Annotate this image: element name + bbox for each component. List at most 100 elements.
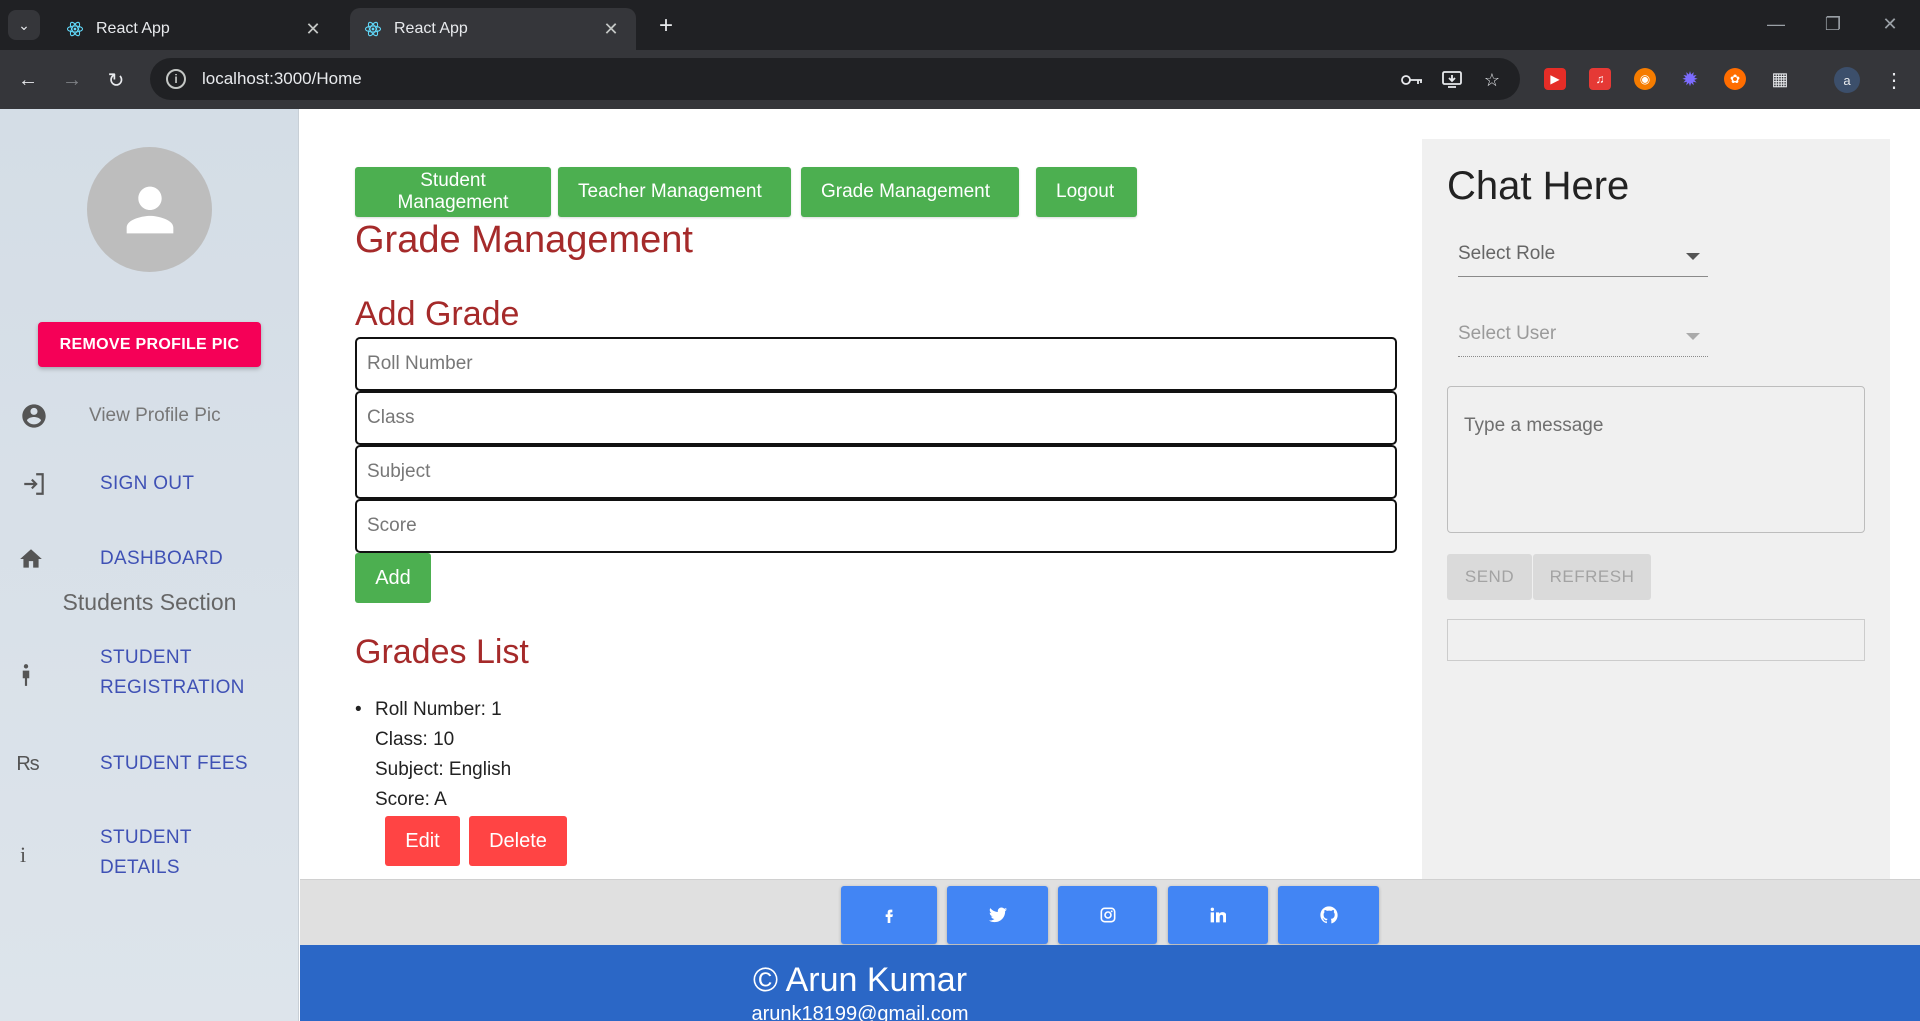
restore-button[interactable]: ❐ (1815, 10, 1851, 38)
caret-down-icon (1686, 333, 1700, 340)
film-extension-icon[interactable]: ◉ (1634, 68, 1656, 90)
sidebar-item-label: DETAILS (100, 857, 180, 878)
chat-messages-box (1447, 619, 1865, 661)
logout-button[interactable]: Logout (1036, 167, 1137, 217)
sidebar: REMOVE PROFILE PIC View Profile Pic SIGN… (0, 109, 299, 1021)
caret-down-icon (1686, 253, 1700, 260)
back-button[interactable]: ← (12, 64, 44, 96)
account-circle-icon (20, 402, 48, 430)
instagram-icon (1100, 907, 1115, 923)
close-icon[interactable]: ✕ (600, 18, 622, 40)
minimize-icon: — (1767, 13, 1785, 34)
grade-management-button[interactable]: Grade Management (801, 167, 1019, 217)
plus-icon: + (658, 12, 673, 39)
star-icon[interactable]: ☆ (1478, 66, 1506, 94)
audio-extension-icon[interactable]: ♫ (1589, 68, 1611, 90)
message-input[interactable] (1447, 386, 1865, 533)
fire-extension-icon[interactable]: ✿ (1724, 68, 1746, 90)
puzzle-icon[interactable]: ▦ (1769, 68, 1791, 90)
sidebar-item-label: SIGN OUT (100, 473, 195, 494)
sidebar-item-label: REGISTRATION (100, 677, 245, 698)
sidebar-item-label: STUDENT FEES (100, 753, 248, 774)
instagram-button[interactable] (1058, 886, 1157, 944)
refresh-button[interactable]: REFRESH (1533, 554, 1651, 600)
sidebar-item-student-registration[interactable]: STUDENT REGISTRATION (0, 639, 299, 709)
person-icon (126, 186, 173, 233)
edit-grade-button[interactable]: Edit (385, 816, 460, 866)
select-role-dropdown[interactable]: Select Role (1458, 237, 1708, 277)
github-icon (1319, 906, 1338, 924)
sidebar-item-label: DASHBOARD (100, 548, 224, 569)
close-icon[interactable]: ✕ (302, 18, 324, 40)
home-icon (17, 545, 45, 573)
profile-avatar-icon[interactable]: a (1834, 67, 1860, 93)
login-icon (20, 470, 48, 498)
roll-number-input[interactable] (355, 337, 1397, 391)
browser-toolbar: ← → ↻ i localhost:3000/Home ☆ ▶ ♫ ◉ ✹ ✿ … (0, 50, 1920, 109)
profile-avatar[interactable] (87, 147, 212, 272)
arrow-left-icon: ← (18, 68, 38, 91)
sidebar-item-student-details[interactable]: i STUDENT DETAILS (0, 819, 299, 889)
bullet: • (355, 699, 362, 720)
install-app-icon[interactable] (1438, 66, 1466, 94)
browser-tab-bar: ⌄ React App ✕ React App ✕ + — ❐ ✕ (0, 0, 1920, 50)
chevron-down-icon: ⌄ (18, 16, 30, 33)
key-icon[interactable] (1398, 66, 1426, 94)
chat-panel: Chat Here Select Role Select User SEND R… (1422, 139, 1890, 879)
sparkle-extension-icon[interactable]: ✹ (1679, 68, 1701, 91)
sidebar-item-student-fees[interactable]: ₨ STUDENT FEES (0, 739, 299, 789)
more-options-icon[interactable]: ⋮ (1878, 64, 1910, 96)
tab-title: React App (96, 20, 170, 37)
github-button[interactable] (1278, 886, 1379, 944)
browser-tab-2[interactable]: React App ✕ (350, 8, 636, 50)
select-user-dropdown[interactable]: Select User (1458, 317, 1708, 357)
sidebar-item-label: View Profile Pic (89, 405, 221, 426)
reload-button[interactable]: ↻ (100, 64, 132, 96)
reload-icon: ↻ (107, 69, 125, 92)
add-grade-title: Add Grade (355, 295, 520, 333)
add-grade-button[interactable]: Add (355, 553, 431, 603)
info-icon[interactable]: i (166, 69, 186, 89)
send-button[interactable]: SEND (1447, 554, 1532, 600)
sidebar-item-label: STUDENT (100, 827, 192, 848)
linkedin-button[interactable] (1168, 886, 1268, 944)
forward-button[interactable]: → (56, 64, 88, 96)
student-management-button[interactable]: Student Management (355, 167, 551, 217)
footer-copyright: © Arun Kumar (752, 961, 968, 999)
grade-subject: Subject: English (375, 759, 512, 780)
arrow-right-icon: → (62, 68, 82, 91)
facebook-button[interactable] (841, 886, 937, 944)
subject-input[interactable] (355, 445, 1397, 499)
chat-title: Chat Here (1447, 164, 1630, 208)
page: REMOVE PROFILE PIC View Profile Pic SIGN… (0, 109, 1920, 1021)
main-content: Student Management Teacher Management Gr… (300, 109, 1420, 879)
social-bar (300, 879, 1920, 945)
twitter-button[interactable] (947, 886, 1048, 944)
react-icon (364, 20, 382, 38)
remove-profile-pic-button[interactable]: REMOVE PROFILE PIC (38, 322, 261, 367)
grade-class: Class: 10 (375, 729, 455, 750)
tab-search-button[interactable]: ⌄ (8, 10, 40, 40)
students-section-title: Students Section (62, 589, 237, 615)
footer-email: arunk18199@gmail.com (751, 1003, 969, 1021)
management-nav: Student Management Teacher Management Gr… (355, 167, 1137, 217)
minimize-button[interactable]: — (1758, 10, 1794, 38)
new-tab-button[interactable]: + (652, 12, 680, 40)
browser-tab-1[interactable]: React App ✕ (52, 8, 338, 50)
url-text: localhost:3000/Home (202, 69, 362, 88)
address-bar[interactable]: i localhost:3000/Home ☆ (150, 58, 1520, 100)
youtube-extension-icon[interactable]: ▶ (1544, 68, 1566, 90)
window-close-button[interactable]: ✕ (1872, 10, 1908, 38)
teacher-management-button[interactable]: Teacher Management (558, 167, 791, 217)
score-input[interactable] (355, 499, 1397, 553)
select-role-placeholder: Select Role (1458, 243, 1556, 264)
sidebar-item-sign-out[interactable]: SIGN OUT (0, 459, 299, 509)
delete-grade-button[interactable]: Delete (469, 816, 567, 866)
sidebar-item-label: STUDENT (100, 647, 192, 668)
rupee-icon: ₨ (16, 752, 40, 775)
react-icon (66, 20, 84, 38)
class-input[interactable] (355, 391, 1397, 445)
sidebar-item-view-profile-pic[interactable]: View Profile Pic (0, 391, 299, 441)
sidebar-item-dashboard[interactable]: DASHBOARD (0, 534, 299, 584)
select-user-placeholder: Select User (1458, 323, 1557, 344)
